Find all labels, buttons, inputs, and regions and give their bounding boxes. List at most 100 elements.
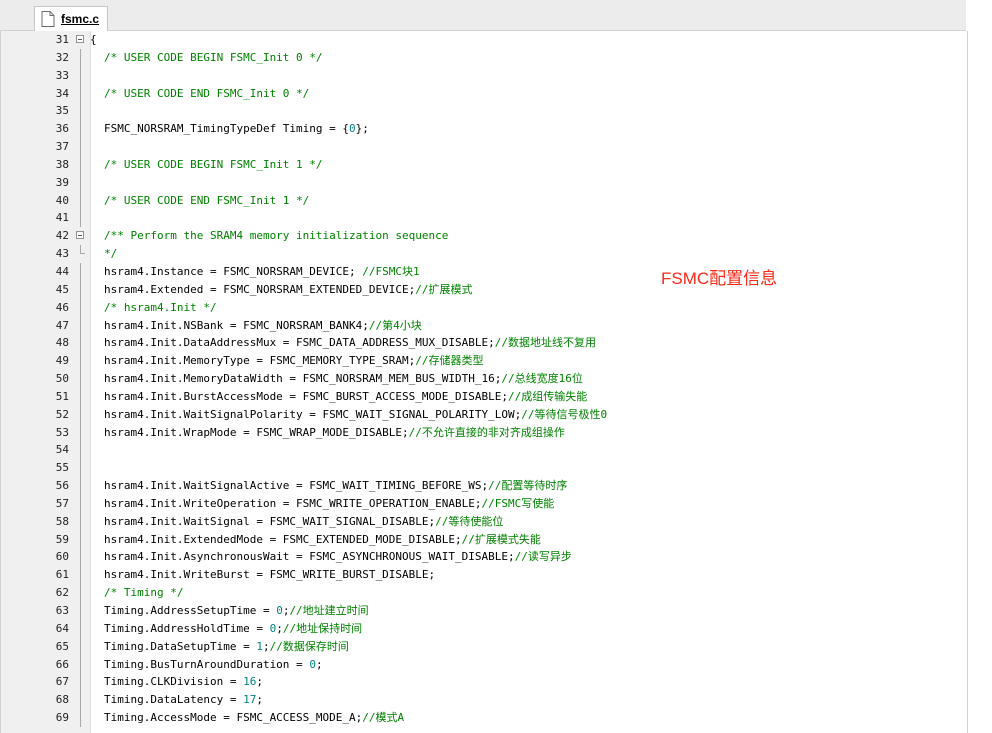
code-line[interactable]: 60 hsram4.Init.AsynchronousWait = FSMC_AS…	[1, 548, 967, 567]
code-line[interactable]: 56 hsram4.Init.WaitSignalActive = FSMC_WA…	[1, 477, 967, 495]
code-text: /* USER CODE END FSMC_Init 0 */	[104, 85, 309, 103]
code-line[interactable]: 51 hsram4.Init.BurstAccessMode = FSMC_BUR…	[1, 387, 967, 406]
code-token: {	[90, 33, 97, 46]
code-comment: //模式A	[362, 711, 405, 725]
code-line[interactable]: 59 hsram4.Init.ExtendedMode = FSMC_EXTEND…	[1, 530, 967, 549]
code-line[interactable]: 57 hsram4.Init.WriteOperation = FSMC_WRIT…	[1, 494, 967, 513]
fold-guide-line	[80, 316, 81, 335]
code-line[interactable]: 67 Timing.CLKDivision = 16;	[1, 673, 967, 692]
code-line[interactable]: 47 hsram4.Init.NSBank = FSMC_NORSRAM_BANK…	[1, 316, 967, 335]
code-comment: /* USER CODE END FSMC_Init 1 */	[104, 193, 310, 207]
code-token: ;	[262, 639, 270, 653]
fold-guide-line	[80, 280, 81, 299]
fold-guide-line	[80, 405, 81, 424]
line-number: 45	[55, 282, 69, 296]
code-line[interactable]: 41	[1, 209, 967, 228]
line-number: 59	[55, 532, 69, 546]
code-line[interactable]: 52 hsram4.Init.WaitSignalPolarity = FSMC_…	[1, 405, 967, 424]
fold-guide-line	[80, 709, 81, 727]
line-number: 34	[55, 86, 69, 100]
code-comment: //总线宽度16位	[501, 372, 583, 386]
code-text: Timing.AddressSetupTime = 0;//地址建立时间	[104, 602, 369, 620]
code-comment: //数据地址线不复用	[494, 336, 596, 350]
code-token: FSMC_NORSRAM_TimingTypeDef Timing = {	[104, 122, 350, 136]
code-line[interactable]: 64 Timing.AddressHoldTime = 0;//地址保持时间	[1, 619, 967, 638]
fold-guide-line	[80, 548, 81, 567]
code-line[interactable]: 37	[1, 138, 967, 156]
code-line[interactable]: 35	[1, 102, 967, 121]
code-line[interactable]: 33	[1, 66, 967, 85]
code-line[interactable]: 40 /* USER CODE END FSMC_Init 1 */	[1, 191, 967, 210]
code-line[interactable]: 32 /* USER CODE BEGIN FSMC_Init 0 */	[1, 48, 967, 67]
code-line[interactable]: 34 /* USER CODE END FSMC_Init 0 */	[1, 84, 967, 103]
tab-fsmc-c[interactable]: fsmc.c	[34, 6, 109, 31]
code-comment: //第4小块	[368, 318, 422, 332]
code-token: Timing.AccessMode = FSMC_ACCESS_MODE_A;	[104, 711, 363, 725]
code-line[interactable]: 39	[1, 173, 967, 192]
code-line[interactable]: 49 hsram4.Init.MemoryType = FSMC_MEMORY_T…	[1, 352, 967, 371]
code-text: /** Perform the SRAM4 memory initializat…	[104, 227, 448, 245]
line-number: 67	[55, 675, 69, 689]
code-text: hsram4.Init.DataAddressMux = FSMC_DATA_A…	[104, 334, 596, 352]
code-editor[interactable]: 31 {32 /* USER CODE BEGIN FSMC_Init 0 */ 33…	[0, 31, 968, 733]
line-number: 43	[55, 247, 69, 261]
code-token: ;	[256, 693, 263, 707]
line-number: 63	[55, 604, 69, 617]
fold-guide-line	[80, 191, 81, 210]
code-line[interactable]: 46 /* hsram4.Init */	[1, 298, 967, 317]
code-line[interactable]: 31 {	[1, 31, 967, 49]
code-token: hsram4.Init.DataAddressMux = FSMC_DATA_A…	[104, 336, 495, 350]
code-text: Timing.DataLatency = 17;	[104, 691, 263, 709]
line-number: 35	[55, 104, 69, 118]
code-text: hsram4.Init.WriteBurst = FSMC_WRITE_BURS…	[104, 566, 435, 584]
code-line[interactable]: 55	[1, 459, 967, 478]
code-line[interactable]: 58 hsram4.Init.WaitSignal = FSMC_WAIT_SIG…	[1, 512, 967, 531]
code-token: hsram4.Init.BurstAccessMode = FSMC_BURST…	[104, 389, 508, 403]
fold-toggle-icon[interactable]	[76, 35, 84, 43]
fold-guide-line	[80, 298, 81, 317]
line-number: 58	[55, 514, 69, 528]
code-line[interactable]: 48 hsram4.Init.DataAddressMux = FSMC_DATA…	[1, 334, 967, 353]
code-token: Timing.CLKDivision =	[104, 675, 244, 689]
code-line[interactable]: 43 */	[1, 245, 967, 263]
code-text: hsram4.Init.WaitSignalActive = FSMC_WAIT…	[104, 477, 567, 495]
code-line[interactable]: 68 Timing.DataLatency = 17;	[1, 691, 967, 710]
code-line[interactable]: 61 hsram4.Init.WriteBurst = FSMC_WRITE_BU…	[1, 566, 967, 585]
line-number: 47	[55, 318, 69, 332]
code-line[interactable]: 50 hsram4.Init.MemoryDataWidth = FSMC_NOR…	[1, 370, 967, 388]
code-comment: /* Timing */	[104, 586, 184, 600]
fold-toggle-icon[interactable]	[76, 231, 84, 240]
fold-guide-line	[80, 602, 81, 620]
code-text: hsram4.Init.MemoryDataWidth = FSMC_NORSR…	[104, 370, 583, 388]
fold-guide-line	[80, 387, 81, 406]
code-comment: */	[104, 247, 118, 261]
fold-guide-line	[80, 334, 81, 353]
line-number: 49	[55, 354, 69, 368]
code-line[interactable]: 38 /* USER CODE BEGIN FSMC_Init 1 */	[1, 155, 967, 174]
fold-guide-line	[80, 494, 81, 513]
code-line[interactable]: 63 Timing.AddressSetupTime = 0;//地址建立时间	[1, 602, 967, 620]
code-comment: //数据保存时间	[269, 639, 349, 653]
fold-guide-line	[80, 84, 81, 103]
fold-guide-line	[80, 262, 81, 281]
code-line[interactable]: 42 /** Perform the SRAM4 memory initializ…	[1, 227, 967, 245]
code-line[interactable]: 66 Timing.BusTurnAroundDuration = 0;	[1, 655, 967, 674]
code-text: hsram4.Init.WrapMode = FSMC_WRAP_MODE_DI…	[104, 424, 565, 442]
line-number: 60	[55, 550, 69, 564]
code-line[interactable]: 62 /* Timing */	[1, 584, 967, 602]
code-line[interactable]: 65 Timing.DataSetupTime = 1;//数据保存时间	[1, 637, 967, 656]
code-number: 0	[349, 122, 356, 136]
code-comment: //读写异步	[514, 550, 572, 564]
line-number: 54	[55, 443, 69, 457]
code-line[interactable]: 54	[1, 441, 967, 460]
code-text: hsram4.Init.BurstAccessMode = FSMC_BURST…	[104, 388, 587, 406]
code-line[interactable]: 45 hsram4.Extended = FSMC_NORSRAM_EXTENDE…	[1, 280, 967, 299]
code-line[interactable]: 69 Timing.AccessMode = FSMC_ACCESS_MODE_A…	[1, 709, 967, 727]
code-number: 17	[243, 693, 257, 707]
fold-guide-line	[80, 584, 81, 602]
code-line[interactable]: 36 FSMC_NORSRAM_TimingTypeDef Timing = {0…	[1, 120, 967, 139]
fold-guide-line	[80, 512, 81, 531]
code-text: {	[90, 31, 97, 49]
code-line[interactable]: 44 hsram4.Instance = FSMC_NORSRAM_DEVICE;…	[1, 262, 967, 281]
code-line[interactable]: 53 hsram4.Init.WrapMode = FSMC_WRAP_MODE_…	[1, 423, 967, 442]
